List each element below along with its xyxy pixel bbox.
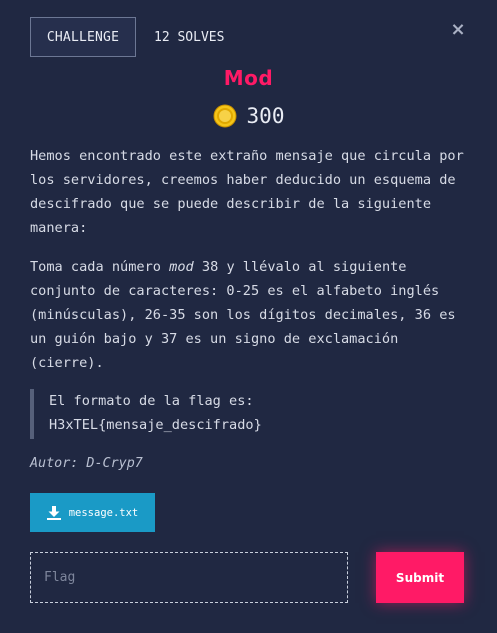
tab-solves[interactable]: 12 SOLVES (154, 17, 224, 57)
tab-challenge-label: CHALLENGE (46, 29, 120, 45)
description-text-2: Toma cada número mod 38 y llévalo al sig… (30, 255, 470, 375)
flag-format-line-2: H3xTEL{mensaje_descifrado} (49, 417, 262, 433)
challenge-modal: CHALLENGE 12 SOLVES × Mod 300 Hemos enco… (0, 0, 497, 633)
download-icon (46, 505, 61, 520)
tab-solves-label: 12 SOLVES (154, 29, 225, 45)
description-text-1: Hemos encontrado este extraño mensaje qu… (30, 148, 464, 236)
tab-challenge[interactable]: CHALLENGE (30, 17, 136, 57)
flag-format-blockquote: El formato de la flag es: H3xTEL{mensaje… (30, 389, 460, 439)
submit-button[interactable]: Submit (376, 552, 464, 603)
description-paragraph-2: Toma cada número mod 38 y llévalo al sig… (30, 255, 470, 375)
close-icon[interactable]: × (448, 20, 468, 40)
description-p2-rest: 38 y llévalo al siguiente conjunto de ca… (30, 259, 456, 371)
points-value: 300 (246, 104, 285, 128)
flag-format-line-1: El formato de la flag es: (49, 393, 254, 409)
description-paragraph-1: Hemos encontrado este extraño mensaje qu… (30, 144, 470, 240)
challenge-title: Mod (223, 66, 274, 90)
description-p2-mod: mod (169, 259, 194, 275)
points-row: 300 (0, 104, 497, 128)
flag-input[interactable] (30, 552, 348, 603)
download-file-button[interactable]: message.txt (30, 493, 155, 532)
author-credit: Autor: D-Cryp7 (30, 456, 143, 471)
file-name: message.txt (68, 506, 139, 519)
coin-icon (213, 104, 237, 128)
description-p2-prefix: Toma cada número (30, 259, 170, 275)
